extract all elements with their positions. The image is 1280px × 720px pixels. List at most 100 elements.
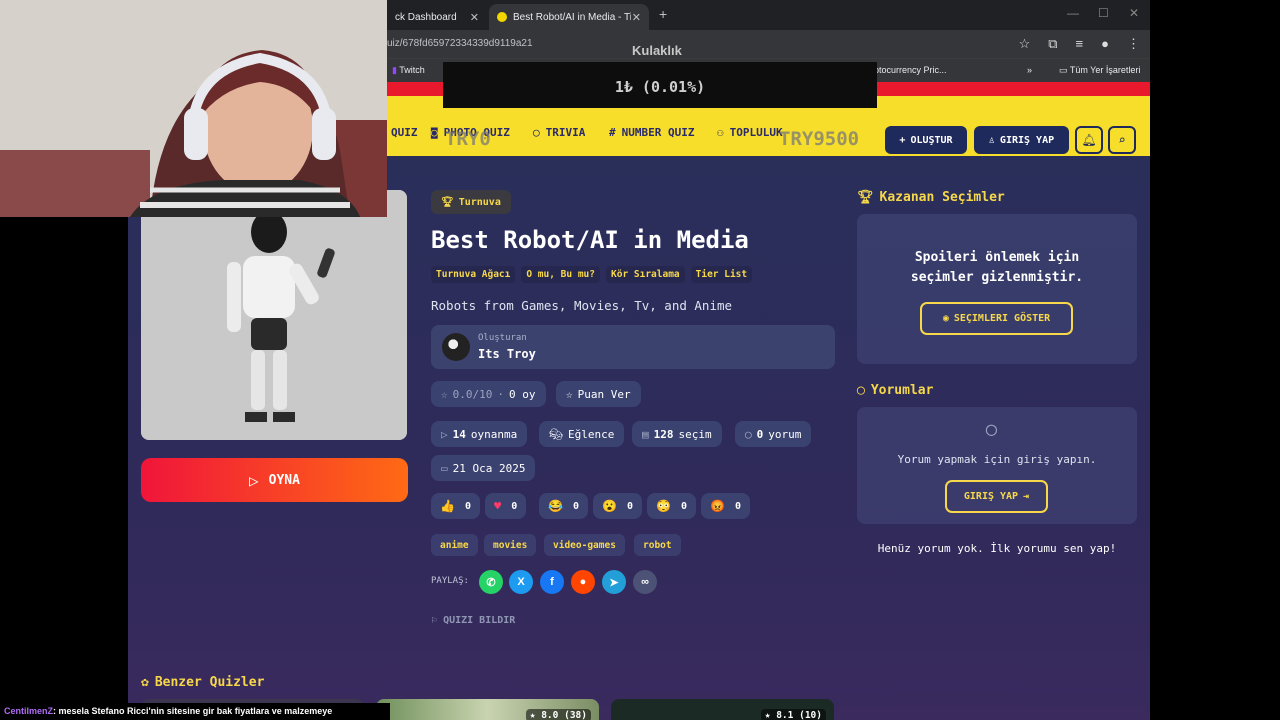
choices-stat: ▤ 128 seçim (632, 421, 722, 447)
address-bar[interactable]: uiz/678fd65972334339d9119a21 ☆ ⧉ ≡ ● ⋮ (387, 30, 1150, 58)
spoiler-notice: Spoileri önlemek için seçimler gizlenmiş… (910, 250, 1084, 285)
login-arrow-icon: ⇥ (1023, 491, 1030, 502)
goal-max: TRY9500 (779, 128, 860, 150)
type-tag[interactable]: Tier List (690, 266, 753, 283)
comment-icon: ◯ (745, 427, 752, 441)
nav-trivia[interactable]: ◯ TRIVIA (533, 126, 585, 139)
comment-login-button[interactable]: GIRIŞ YAP ⇥ (945, 480, 1048, 513)
nav-quiz[interactable]: QUIZ (391, 126, 418, 139)
similar-quiz-card[interactable]: ★ 8.0 (38) (376, 699, 599, 720)
similar-quiz-card[interactable]: ★ 8.1 (10) (611, 699, 834, 720)
search-icon[interactable]: ⌕ (1108, 126, 1136, 154)
create-button[interactable]: + OLUŞTUR (885, 126, 967, 154)
star-icon: ☆ (441, 387, 448, 401)
url-text[interactable]: uiz/678fd65972334339d9119a21 (387, 38, 533, 49)
tab-label: Best Robot/AI in Media - Tier Li (513, 11, 631, 23)
date-pill: ▭ 21 Oca 2025 (431, 455, 536, 481)
topic-tag[interactable]: robot (634, 534, 681, 556)
trophy-icon: 🏆︎ (857, 190, 874, 205)
telegram-icon[interactable]: ➤ (602, 570, 626, 594)
play-icon: ▷ (441, 427, 448, 441)
notification-bell-icon[interactable]: 🔔︎ (1075, 126, 1103, 154)
maximize-icon[interactable]: ☐ (1098, 6, 1109, 20)
reaction-angry[interactable]: 😡 0 (701, 493, 750, 519)
play-button[interactable]: ▷ OYNA (141, 458, 408, 502)
quiz-cover-image (141, 190, 407, 440)
star-icon: ☆ (566, 387, 573, 401)
favicon-icon (497, 12, 507, 22)
close-window-icon[interactable]: ✕ (1129, 6, 1139, 20)
goal-min: TRY0 (445, 128, 491, 150)
more-bookmarks-icon[interactable]: » (1027, 65, 1032, 75)
plus-icon: + (899, 134, 906, 146)
tournament-badge: 🏆︎ Turnuva (431, 190, 511, 214)
shapes-icon: ✿ (141, 675, 149, 690)
quiz-type-tags: Turnuva Ağacı O mu, Bu mu? Kör Sıralama … (431, 266, 753, 283)
close-tab-icon[interactable]: ✕ (470, 11, 479, 24)
similar-quizzes-heading: ✿ Benzer Quizler (141, 675, 265, 690)
close-tab-icon[interactable]: ✕ (632, 11, 641, 24)
login-button[interactable]: ♙ GIRIŞ YAP (974, 126, 1069, 154)
sad-icon: 😳 (656, 499, 671, 513)
reddit-icon[interactable]: ● (571, 570, 595, 594)
donation-amount: 1₺ (0.01%) (614, 78, 706, 96)
webcam-feed (0, 0, 387, 217)
whatsapp-icon[interactable]: ✆ (479, 570, 503, 594)
winners-heading: 🏆︎ Kazanan Seçimler (857, 190, 1005, 205)
tab-quiz[interactable]: Best Robot/AI in Media - Tier Li ✕ (489, 4, 649, 30)
users-icon: ⚇ (717, 126, 724, 139)
nav-community[interactable]: ⚇ TOPLULUK (717, 126, 783, 139)
comment-icon: ◯ (857, 383, 865, 398)
menu-icon[interactable]: ⋮ (1127, 36, 1140, 52)
donation-goal: 1₺ (0.01%) (443, 62, 877, 108)
bookmark-twitch[interactable]: ▮ Twitch (392, 65, 425, 76)
topic-tag[interactable]: video-games (544, 534, 625, 556)
heart-icon: ♥ (494, 499, 502, 513)
rate-button[interactable]: ☆ Puan Ver (556, 381, 641, 407)
media-icon[interactable]: ≡ (1076, 36, 1084, 52)
card-rating: ★ 8.1 (10) (760, 709, 826, 720)
comment-login-prompt: Yorum yapmak için giriş yapın. (897, 453, 1097, 466)
topic-tag[interactable]: movies (484, 534, 537, 556)
comments-heading: ◯ Yorumlar (857, 383, 934, 398)
flag-icon: ⚐ (431, 615, 438, 626)
winners-box: Spoileri önlemek için seçimler gizlenmiş… (857, 214, 1137, 364)
bookmark-all[interactable]: ▭ Tüm Yer İşaretleri (1059, 65, 1140, 76)
bookmark-star-icon[interactable]: ☆ (1019, 36, 1031, 52)
type-tag[interactable]: O mu, Bu mu? (521, 266, 600, 283)
reaction-wow[interactable]: 😮 0 (593, 493, 642, 519)
x-twitter-icon[interactable]: X (509, 570, 533, 594)
reaction-laugh[interactable]: 😂 0 (539, 493, 588, 519)
extensions-icon[interactable]: ⧉ (1048, 36, 1057, 52)
tab-dashboard[interactable]: ck Dashboard ✕ (387, 4, 487, 30)
comments-box: ◯ Yorum yapmak için giriş yapın. GIRIŞ Y… (857, 407, 1137, 524)
reveal-choices-button[interactable]: ◉ SEÇIMLERI GÖSTER (920, 302, 1073, 335)
copy-link-icon[interactable]: ∞ (633, 570, 657, 594)
category-pill[interactable]: 🎭︎ Eğlence (539, 421, 625, 447)
avatar (442, 333, 470, 361)
quiz-description: Robots from Games, Movies, Tv, and Anime (431, 298, 733, 313)
report-quiz-link[interactable]: ⚐ QUIZI BILDIR (431, 615, 515, 626)
card-rating: ★ 8.0 (38) (525, 709, 591, 720)
reaction-love[interactable]: ♥ 0 (485, 493, 527, 519)
type-tag[interactable]: Kör Sıralama (606, 266, 685, 283)
share-label: PAYLAŞ: (431, 576, 469, 586)
reaction-like[interactable]: 👍 0 (431, 493, 480, 519)
chat-text: : mesela Stefano Ricci'nin sitesine gir … (53, 706, 333, 716)
reaction-sad[interactable]: 😳 0 (647, 493, 696, 519)
minimize-icon[interactable]: — (1067, 6, 1079, 20)
topic-tag[interactable]: anime (431, 534, 478, 556)
bookmark-crypto[interactable]: ptocurrency Pric... (874, 65, 947, 75)
creator-label: Oluşturan (478, 333, 527, 343)
profile-icon[interactable]: ● (1101, 36, 1109, 52)
nav-number-quiz[interactable]: # NUMBER QUIZ (609, 126, 694, 139)
chat-icon: ◯ (533, 126, 540, 139)
facebook-icon[interactable]: f (540, 570, 564, 594)
type-tag[interactable]: Turnuva Ağacı (431, 266, 516, 283)
plays-stat: ▷ 14 oynanma (431, 421, 528, 447)
creator-card[interactable]: Oluşturan Its Troy (431, 325, 835, 369)
wow-icon: 😮 (602, 499, 617, 513)
stream-chat-message: CentilmenZ: mesela Stefano Ricci'nin sit… (0, 703, 390, 720)
page-title: Best Robot/AI in Media (431, 226, 749, 254)
new-tab-icon[interactable]: + (659, 6, 667, 22)
